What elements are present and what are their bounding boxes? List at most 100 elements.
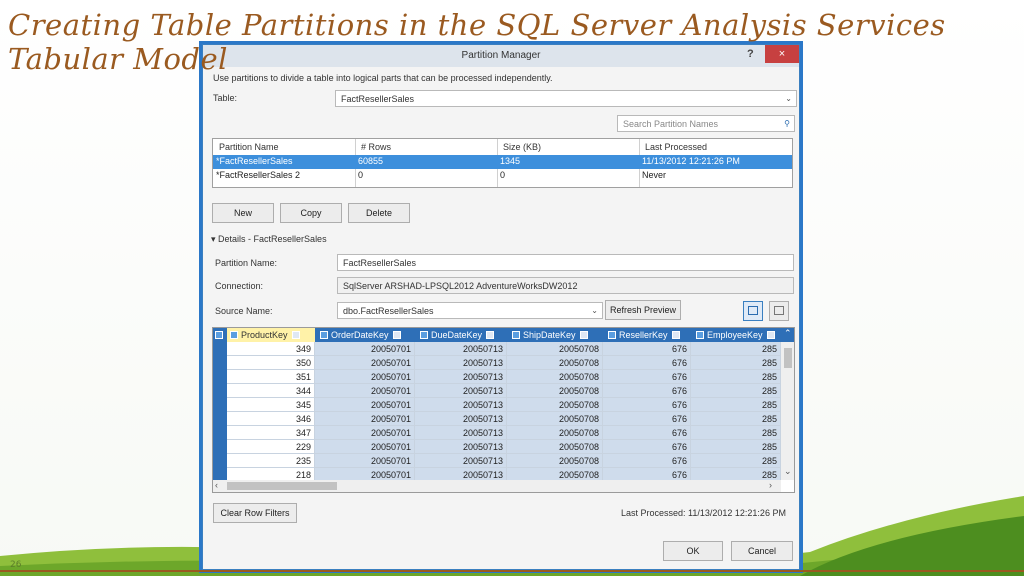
grid-cell[interactable]: 20050701 (315, 398, 415, 412)
filter-dropdown-icon[interactable] (766, 331, 775, 339)
ok-button[interactable]: OK (663, 541, 723, 561)
grid-cell[interactable]: 20050701 (315, 384, 415, 398)
vertical-scrollbar[interactable]: ⌃ ⌄ (781, 328, 794, 480)
grid-cell[interactable]: 20050701 (315, 342, 415, 356)
scroll-left-icon[interactable]: ‹ (215, 480, 218, 490)
col-size[interactable]: Size (KB) (503, 142, 541, 152)
grid-cell[interactable]: 20050713 (415, 398, 507, 412)
grid-cell[interactable]: 20050713 (415, 454, 507, 468)
query-editor-toggle[interactable] (769, 301, 789, 321)
grid-cell[interactable]: 20050701 (315, 426, 415, 440)
col-partition-name[interactable]: Partition Name (219, 142, 279, 152)
filter-dropdown-icon[interactable] (579, 331, 588, 339)
grid-cell[interactable]: 285 (691, 454, 781, 468)
grid-cell[interactable]: 285 (691, 398, 781, 412)
table-row[interactable]: 347 20050701 20050713 20050708 676 285 (227, 426, 781, 440)
grid-cell[interactable]: 20050713 (415, 356, 507, 370)
column-header-employeekey[interactable]: EmployeeKey (693, 328, 781, 342)
details-expander[interactable]: ▾ Details - FactResellerSales (211, 234, 327, 245)
scroll-up-icon[interactable]: ⌃ (784, 328, 792, 339)
column-header-duedatekey[interactable]: DueDateKey (417, 328, 509, 342)
grid-cell[interactable]: 20050713 (415, 342, 507, 356)
table-row[interactable]: 351 20050701 20050713 20050708 676 285 (227, 370, 781, 384)
grid-cell[interactable]: 676 (603, 356, 691, 370)
table-select[interactable]: FactResellerSales ⌄ (335, 90, 797, 107)
grid-cell[interactable]: 349 (227, 342, 315, 356)
grid-cell[interactable]: 285 (691, 356, 781, 370)
column-header-orderdatekey[interactable]: OrderDateKey (317, 328, 413, 342)
table-row[interactable]: 235 20050701 20050713 20050708 676 285 (227, 454, 781, 468)
grid-cell[interactable]: 345 (227, 398, 315, 412)
column-header-shipdatekey[interactable]: ShipDateKey (509, 328, 605, 342)
grid-cell[interactable]: 20050701 (315, 370, 415, 384)
grid-cell[interactable]: 20050708 (507, 398, 603, 412)
column-header-productkey[interactable]: ProductKey (227, 328, 315, 342)
select-all-checkbox[interactable] (215, 328, 227, 342)
grid-cell[interactable]: 676 (603, 370, 691, 384)
grid-cell[interactable]: 235 (227, 454, 315, 468)
grid-cell[interactable]: 285 (691, 412, 781, 426)
grid-cell[interactable]: 676 (603, 384, 691, 398)
grid-cell[interactable]: 350 (227, 356, 315, 370)
search-partition-input[interactable]: Search Partition Names ⚲ (617, 115, 795, 132)
table-row[interactable]: 346 20050701 20050713 20050708 676 285 (227, 412, 781, 426)
clear-row-filters-button[interactable]: Clear Row Filters (213, 503, 297, 523)
row-selector-column[interactable] (213, 342, 227, 482)
grid-cell[interactable]: 20050701 (315, 356, 415, 370)
grid-cell[interactable]: 229 (227, 440, 315, 454)
copy-button[interactable]: Copy (280, 203, 342, 223)
grid-cell[interactable]: 20050708 (507, 412, 603, 426)
table-row[interactable]: 345 20050701 20050713 20050708 676 285 (227, 398, 781, 412)
refresh-preview-button[interactable]: Refresh Preview (605, 300, 681, 320)
grid-cell[interactable]: 285 (691, 426, 781, 440)
grid-cell[interactable]: 344 (227, 384, 315, 398)
grid-cell[interactable]: 20050701 (315, 440, 415, 454)
grid-cell[interactable]: 20050713 (415, 426, 507, 440)
grid-cell[interactable]: 20050701 (315, 454, 415, 468)
filter-dropdown-icon[interactable] (671, 331, 680, 339)
cancel-button[interactable]: Cancel (731, 541, 793, 561)
grid-cell[interactable]: 347 (227, 426, 315, 440)
partition-row[interactable]: *FactResellerSales 2 0 0 Never (213, 169, 792, 183)
grid-cell[interactable]: 285 (691, 370, 781, 384)
grid-cell[interactable]: 20050713 (415, 440, 507, 454)
scroll-down-icon[interactable]: ⌄ (784, 466, 792, 477)
grid-cell[interactable]: 20050708 (507, 440, 603, 454)
scroll-right-icon[interactable]: › (769, 480, 772, 490)
grid-cell[interactable]: 20050708 (507, 356, 603, 370)
table-row[interactable]: 350 20050701 20050713 20050708 676 285 (227, 356, 781, 370)
grid-cell[interactable]: 351 (227, 370, 315, 384)
grid-cell[interactable]: 676 (603, 440, 691, 454)
grid-cell[interactable]: 20050708 (507, 426, 603, 440)
grid-cell[interactable]: 20050708 (507, 342, 603, 356)
partition-name-field[interactable]: FactResellerSales (337, 254, 794, 271)
grid-cell[interactable]: 20050713 (415, 370, 507, 384)
grid-cell[interactable]: 20050708 (507, 370, 603, 384)
col-rows[interactable]: # Rows (361, 142, 391, 152)
filter-dropdown-icon[interactable] (486, 331, 495, 339)
table-row[interactable]: 229 20050701 20050713 20050708 676 285 (227, 440, 781, 454)
grid-cell[interactable]: 20050708 (507, 384, 603, 398)
grid-cell[interactable]: 20050713 (415, 412, 507, 426)
connection-field[interactable]: SqlServer ARSHAD-LPSQL2012 AdventureWork… (337, 277, 794, 294)
col-last-processed[interactable]: Last Processed (645, 142, 707, 152)
horizontal-scrollbar[interactable]: ‹ › (213, 480, 781, 492)
grid-cell[interactable]: 285 (691, 342, 781, 356)
grid-cell[interactable]: 20050708 (507, 454, 603, 468)
new-button[interactable]: New (212, 203, 274, 223)
grid-cell[interactable]: 676 (603, 454, 691, 468)
column-header-resellerkey[interactable]: ResellerKey (605, 328, 693, 342)
grid-cell[interactable]: 285 (691, 440, 781, 454)
delete-button[interactable]: Delete (348, 203, 410, 223)
vertical-scroll-thumb[interactable] (784, 348, 792, 368)
filter-dropdown-icon[interactable] (392, 331, 401, 339)
grid-cell[interactable]: 676 (603, 426, 691, 440)
grid-cell[interactable]: 285 (691, 384, 781, 398)
partition-row-selected[interactable]: *FactResellerSales 60855 1345 11/13/2012… (213, 155, 792, 169)
source-name-select[interactable]: dbo.FactResellerSales ⌄ (337, 302, 603, 319)
table-row[interactable]: 344 20050701 20050713 20050708 676 285 (227, 384, 781, 398)
grid-cell[interactable]: 676 (603, 412, 691, 426)
table-row[interactable]: 349 20050701 20050713 20050708 676 285 (227, 342, 781, 356)
horizontal-scroll-thumb[interactable] (227, 482, 337, 490)
grid-cell[interactable]: 20050701 (315, 412, 415, 426)
